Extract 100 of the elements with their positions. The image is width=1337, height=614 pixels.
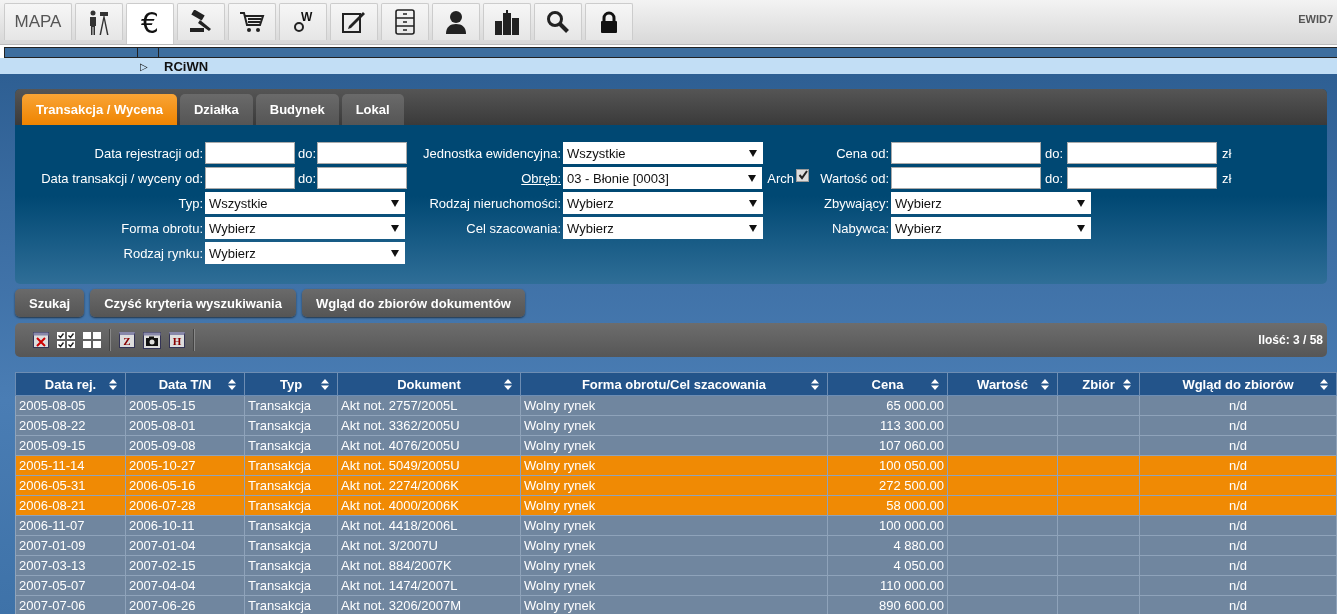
column-header[interactable]: Wartość: [947, 372, 1058, 396]
table-cell: Wolny rynek: [524, 558, 596, 573]
table-cell: Akt not. 4076/2005U: [341, 438, 460, 453]
dropdown[interactable]: Wszystkie: [205, 192, 405, 214]
module-tab[interactable]: [483, 3, 531, 40]
search-icon: [546, 10, 570, 34]
module-tab[interactable]: [75, 3, 123, 40]
dropdown[interactable]: Wybierz: [891, 217, 1091, 239]
column-header[interactable]: Cena: [827, 372, 948, 396]
column-header[interactable]: Wgląd do zbiorów: [1139, 372, 1337, 396]
expand-toggle[interactable]: ▷: [140, 60, 148, 72]
table-cell: Akt not. 4000/2006K: [341, 498, 459, 513]
sort-icon[interactable]: [321, 379, 329, 390]
column-header[interactable]: Data T/N: [125, 372, 245, 396]
input-field[interactable]: [891, 167, 1041, 189]
table-cell: 2006-05-16: [129, 478, 196, 493]
module-tab[interactable]: [381, 3, 429, 40]
input-field[interactable]: [205, 167, 295, 189]
sort-icon[interactable]: [1123, 379, 1131, 390]
column-header[interactable]: Zbiór: [1057, 372, 1140, 396]
sort-icon[interactable]: [109, 379, 117, 390]
panel-tab[interactable]: Lokal: [341, 94, 404, 125]
module-tab[interactable]: [228, 3, 276, 40]
table-cell: 58 000.00: [886, 498, 944, 513]
table-cell: n/d: [1228, 538, 1248, 553]
surveyor-icon: [87, 9, 111, 35]
field-label: Typ:: [177, 195, 204, 211]
column-header[interactable]: Typ: [244, 372, 338, 396]
column-header[interactable]: Forma obrotu/Cel szacowania: [520, 372, 828, 396]
panel-tab[interactable]: Budynek: [255, 94, 339, 125]
table-cell: Transakcja: [248, 438, 312, 453]
sort-icon[interactable]: [228, 379, 236, 390]
field-link[interactable]: Obręb:: [415, 170, 563, 186]
lock-icon: [600, 11, 618, 33]
input-field[interactable]: [1067, 167, 1218, 189]
table-row[interactable]: 2007-05-07 2007-04-04 Transakcja Akt not. 1474/2007L Wolny rynek 110 000.00 n/d: [15, 575, 1337, 596]
table-cell: 65 000.00: [886, 398, 944, 413]
table-row[interactable]: 2007-03-13 2007-02-15 Transakcja Akt not. 884/2007K Wolny rynek 4 050.00 n/d: [15, 555, 1337, 576]
table-row[interactable]: 2007-01-09 2007-01-04 Transakcja Akt not. 3/2007U Wolny rynek 4 880.00 n/d: [15, 535, 1337, 556]
grid-icon[interactable]: [83, 332, 101, 348]
sort-icon[interactable]: [931, 379, 939, 390]
field-label: Rodzaj rynku:: [122, 245, 204, 261]
table-cell: Transakcja: [248, 538, 312, 553]
column-header[interactable]: Dokument: [337, 372, 521, 396]
table-cell: 2005-08-22: [19, 418, 86, 433]
module-tab[interactable]: [177, 3, 225, 40]
module-tab[interactable]: W: [279, 3, 327, 40]
table-row[interactable]: 2005-08-05 2005-05-15 Transakcja Akt not. 2757/2005L Wolny rynek 65 000.00 n/d: [15, 395, 1337, 416]
column-header[interactable]: Data rej.: [15, 372, 126, 396]
table-cell: 2007-01-09: [19, 538, 86, 553]
module-tab[interactable]: [432, 3, 480, 40]
table-cell: Akt not. 884/2007K: [341, 558, 452, 573]
action-button[interactable]: Czyść kryteria wyszukiwania: [90, 289, 296, 317]
checklist-icon[interactable]: [57, 332, 75, 348]
input-field[interactable]: [317, 142, 408, 164]
table-cell: 2006-07-28: [129, 498, 196, 513]
letter-button[interactable]: Z: [119, 332, 135, 348]
table-row[interactable]: 2005-09-15 2005-09-08 Transakcja Akt not. 4076/2005U Wolny rynek 107 060.00 n/d: [15, 435, 1337, 456]
table-row[interactable]: 2005-08-22 2005-08-01 Transakcja Akt not. 3362/2005U Wolny rynek 113 300.00 n/d: [15, 415, 1337, 436]
module-tab[interactable]: [534, 3, 582, 40]
table-cell: 4 880.00: [893, 538, 944, 553]
table-cell: 113 300.00: [879, 418, 944, 433]
module-tab[interactable]: MAPA: [4, 3, 72, 40]
sort-icon[interactable]: [1041, 379, 1049, 390]
input-field[interactable]: [891, 142, 1041, 164]
table-cell: 2005-09-08: [129, 438, 196, 453]
table-cell: n/d: [1228, 518, 1248, 533]
action-button[interactable]: Szukaj: [15, 289, 85, 317]
module-tab[interactable]: [585, 3, 633, 40]
camera-icon[interactable]: [143, 331, 161, 349]
table-cell: 2007-03-13: [19, 558, 86, 573]
field-label: Jednostka ewidencyjna:: [421, 145, 562, 161]
document-pen-icon: [341, 10, 367, 34]
input-field[interactable]: [317, 167, 408, 189]
field-label: Wartość od:: [819, 170, 890, 186]
table-cell: Transakcja: [248, 478, 312, 493]
input-field[interactable]: [1067, 142, 1218, 164]
dropdown[interactable]: Wybierz: [563, 217, 763, 239]
panel-tab[interactable]: Działka: [179, 94, 253, 125]
sort-icon[interactable]: [1320, 379, 1328, 390]
dropdown[interactable]: Wybierz: [205, 217, 405, 239]
table-row[interactable]: 2007-07-06 2007-06-26 Transakcja Akt not. 3206/2007M Wolny rynek 890 600.00 n/d: [15, 595, 1337, 614]
table-cell: Transakcja: [248, 418, 312, 433]
module-tab[interactable]: €: [126, 3, 174, 44]
sort-icon[interactable]: [504, 379, 512, 390]
letter-button[interactable]: H: [169, 332, 185, 348]
sort-icon[interactable]: [811, 379, 819, 390]
checkbox[interactable]: [796, 168, 809, 182]
table-cell: 2006-10-11: [129, 518, 195, 533]
clear-icon[interactable]: [33, 332, 49, 348]
action-button[interactable]: Wgląd do zbiorów dokumentów: [301, 289, 525, 317]
dropdown[interactable]: Wybierz: [563, 192, 763, 214]
input-field[interactable]: [205, 142, 295, 164]
dropdown[interactable]: 03 - Błonie [0003]: [563, 167, 763, 189]
module-tab[interactable]: [330, 3, 378, 40]
table-row[interactable]: 2006-11-07 2006-10-11 Transakcja Akt not. 4418/2006L Wolny rynek 100 000.00 n/d: [15, 515, 1337, 536]
dropdown[interactable]: Wszystkie: [563, 142, 763, 164]
dropdown[interactable]: Wybierz: [205, 242, 405, 264]
dropdown[interactable]: Wybierz: [891, 192, 1091, 214]
table-cell: 2005-11-14: [19, 458, 85, 473]
